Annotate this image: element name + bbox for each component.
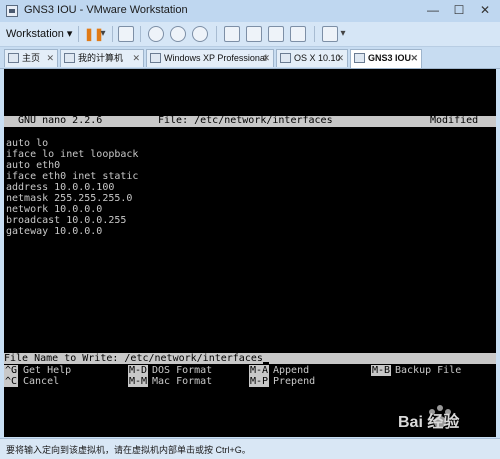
shortcut-label: Cancel: [23, 376, 60, 387]
toolbar-divider: [112, 26, 113, 42]
tab-label: OS X 10.10: [294, 53, 341, 63]
nano-version: GNU nano 2.2.6: [18, 115, 103, 126]
baidu-jingyan-watermark: Bai 经验: [398, 398, 498, 438]
full-screen-icon[interactable]: [268, 26, 284, 42]
file-line: broadcast 10.0.0.255: [6, 215, 127, 226]
shortcut-key: M-D: [128, 365, 149, 376]
tab-windows-xp[interactable]: Windows XP Professional ✕: [146, 49, 274, 67]
tab-home[interactable]: 主页 ✕: [4, 49, 58, 67]
close-icon[interactable]: ✕: [336, 50, 344, 67]
shortcut-key: ^G: [4, 365, 19, 376]
close-icon[interactable]: ✕: [262, 50, 270, 67]
tab-gns3-iou[interactable]: GNS3 IOU ✕: [350, 49, 422, 68]
tab-label: Windows XP Professional: [164, 53, 267, 63]
shortcut-key: M-B: [371, 365, 392, 376]
shortcut-label: Get Help: [23, 365, 72, 376]
nano-header: GNU nano 2.2.6 File: /etc/network/interf…: [4, 115, 496, 127]
tab-osx[interactable]: OS X 10.10 ✕: [276, 49, 348, 67]
vm-icon: [280, 53, 291, 63]
shortcut-label: Prepend: [273, 376, 316, 387]
toolbar-divider: [216, 26, 217, 42]
window-title: GNS3 IOU - VMware Workstation: [24, 4, 188, 16]
view-dropdown-icon[interactable]: ▾: [338, 26, 348, 42]
close-icon[interactable]: ✕: [46, 50, 54, 67]
show-library-icon[interactable]: [224, 26, 240, 42]
file-line: iface lo inet loopback: [6, 149, 139, 160]
power-dropdown-icon[interactable]: ▾: [98, 26, 108, 42]
shortcut-key: M-A: [249, 365, 270, 376]
close-icon[interactable]: ✕: [410, 50, 418, 67]
vm-console[interactable]: GNU nano 2.2.6 File: /etc/network/interf…: [4, 69, 496, 437]
maximize-button[interactable]: ☐: [446, 0, 472, 20]
status-message: 要将输入定向到该虚拟机，请在虚拟机内部单击或按 Ctrl+G。: [6, 445, 251, 455]
vm-icon: [354, 53, 365, 63]
shortcut-key: M-P: [249, 376, 270, 387]
shortcut-label: Append: [273, 365, 310, 376]
workstation-menu[interactable]: Workstation ▾: [6, 26, 72, 42]
nano-modified-status: Modified: [430, 115, 479, 126]
nano-file-name: File: /etc/network/interfaces: [158, 115, 333, 126]
tab-my-computer[interactable]: 我的计算机 ✕: [60, 49, 144, 67]
file-line: network 10.0.0.0: [6, 204, 103, 215]
tab-label: 主页: [22, 53, 41, 63]
computer-icon: [64, 53, 75, 63]
shortcut-label: Backup File: [395, 365, 462, 376]
shortcut-label: DOS Format: [152, 365, 213, 376]
toolbar-divider: [78, 26, 79, 42]
snapshot-manager-icon[interactable]: [192, 26, 208, 42]
tab-label: GNS3 IOU: [368, 53, 412, 63]
vm-icon: [150, 53, 161, 63]
file-line: auto lo: [6, 138, 49, 149]
send-ctrl-alt-del-icon[interactable]: [118, 26, 134, 42]
shortcut-label: Mac Format: [152, 376, 213, 387]
file-line: address 10.0.0.100: [6, 182, 115, 193]
text-cursor: [262, 362, 269, 364]
revert-snapshot-icon[interactable]: [170, 26, 186, 42]
status-bar: 要将输入定向到该虚拟机，请在虚拟机内部单击或按 Ctrl+G。: [0, 438, 500, 459]
write-file-prompt[interactable]: File Name to Write: /etc/network/interfa…: [4, 353, 496, 364]
file-line: gateway 10.0.0.0: [6, 226, 103, 237]
snapshot-icon[interactable]: [148, 26, 164, 42]
thumbnail-bar-icon[interactable]: [246, 26, 262, 42]
file-line: iface eth0 inet static: [6, 171, 139, 182]
toolbar-divider: [314, 26, 315, 42]
close-button[interactable]: ✕: [472, 0, 498, 20]
tab-label: 我的计算机: [78, 53, 124, 63]
toolbar-divider: [140, 26, 141, 42]
console-view-icon[interactable]: [322, 26, 338, 42]
minimize-button[interactable]: —: [420, 0, 446, 20]
shortcut-key: M-M: [128, 376, 149, 387]
toolbar: Workstation ▾ ❚❚ ▾ ▾: [0, 22, 500, 47]
vmware-app-icon: [6, 5, 18, 17]
title-bar: GNS3 IOU - VMware Workstation — ☐ ✕: [0, 0, 500, 23]
file-line: netmask 255.255.255.0: [6, 193, 133, 204]
watermark-text: Bai 经验: [398, 414, 460, 431]
home-icon: [8, 53, 19, 63]
file-line: auto eth0: [6, 160, 61, 171]
prompt-text: File Name to Write: /etc/network/interfa…: [4, 353, 263, 364]
shortcut-key: ^C: [4, 376, 19, 387]
close-icon[interactable]: ✕: [132, 50, 140, 67]
unity-icon[interactable]: [290, 26, 306, 42]
tab-bar: 主页 ✕ 我的计算机 ✕ Windows XP Professional ✕ O…: [0, 47, 500, 69]
